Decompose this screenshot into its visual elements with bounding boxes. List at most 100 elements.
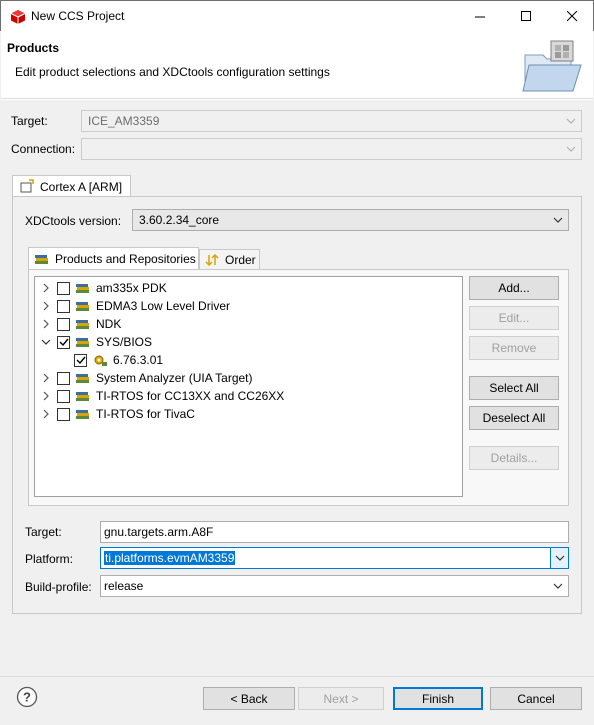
next-button[interactable]: Next >	[298, 687, 384, 710]
add-button[interactable]: Add...	[469, 276, 559, 300]
platform-label: Platform:	[25, 552, 74, 566]
cancel-button[interactable]: Cancel	[490, 687, 582, 710]
remove-button[interactable]: Remove	[469, 336, 559, 360]
core-icon	[20, 179, 34, 193]
package-icon	[76, 284, 89, 293]
chevron-right-icon[interactable]	[41, 283, 51, 293]
chevron-right-icon[interactable]	[41, 301, 51, 311]
checkmark-icon	[76, 356, 86, 364]
config-target-label: Target:	[25, 525, 62, 539]
tree-item-system-analyzer[interactable]: System Analyzer (UIA Target)	[41, 369, 253, 387]
chevron-down-icon[interactable]	[41, 337, 51, 347]
tree-item-label: NDK	[96, 317, 122, 331]
page-description: Edit product selections and XDCtools con…	[15, 65, 330, 79]
tree-item-edma3[interactable]: EDMA3 Low Level Driver	[41, 297, 230, 315]
checkbox[interactable]	[57, 281, 70, 295]
header-separator	[1, 99, 593, 100]
target-combo: ICE_AM3359	[81, 110, 582, 132]
build-profile-select[interactable]: release	[100, 575, 569, 597]
version-gear-icon	[94, 355, 107, 366]
tab-products-and-repositories[interactable]: Products and Repositories	[28, 247, 199, 270]
tree-item-am335x-pdk[interactable]: am335x PDK	[41, 279, 167, 297]
maximize-icon	[520, 10, 531, 21]
xdctools-version-value: 3.60.2.34_core	[139, 213, 220, 227]
chevron-down-icon	[553, 583, 563, 589]
maximize-button[interactable]	[503, 1, 549, 31]
chevron-right-icon[interactable]	[41, 391, 51, 401]
close-icon	[566, 10, 577, 21]
chevron-right-icon[interactable]	[41, 373, 51, 383]
minimize-icon	[474, 16, 485, 17]
connection-combo	[81, 138, 582, 160]
window-title: New CCS Project	[31, 9, 125, 23]
checkbox[interactable]	[57, 407, 70, 421]
tree-item-label: am335x PDK	[96, 281, 167, 295]
package-icon	[76, 320, 89, 329]
help-button[interactable]: ?	[16, 686, 38, 708]
deselect-all-button[interactable]: Deselect All	[469, 406, 559, 430]
chevron-right-icon[interactable]	[41, 319, 51, 329]
minimize-button[interactable]	[457, 1, 503, 31]
tree-item-sys-bios-version[interactable]: 6.76.3.01	[74, 351, 163, 369]
checkbox[interactable]	[57, 389, 70, 403]
folder-wizard-icon	[522, 40, 582, 92]
back-button[interactable]: < Back	[203, 687, 295, 710]
build-profile-value: release	[104, 579, 144, 593]
tab-order-label: Order	[225, 253, 256, 267]
tree-item-sys-bios[interactable]: SYS/BIOS	[41, 333, 152, 351]
platform-combo[interactable]: ti.platforms.evmAM3359	[100, 547, 569, 569]
config-target-input[interactable]: gnu.targets.arm.A8F	[100, 521, 569, 543]
tree-item-label: TI-RTOS for TivaC	[96, 407, 195, 421]
tab-cortex-a-label: Cortex A [ARM]	[40, 180, 123, 194]
ccs-app-icon	[10, 10, 26, 24]
xdctools-label: XDCtools version:	[25, 214, 122, 228]
build-profile-label: Build-profile:	[25, 580, 92, 594]
tree-item-label: SYS/BIOS	[96, 335, 153, 349]
tree-item-ndk[interactable]: NDK	[41, 315, 121, 333]
package-icon	[76, 338, 89, 347]
platform-dropdown-button[interactable]	[550, 548, 568, 568]
tree-item-ti-rtos-cc13xx[interactable]: TI-RTOS for CC13XX and CC26XX	[41, 387, 284, 405]
package-icon	[76, 302, 89, 311]
tree-item-label: 6.76.3.01	[113, 353, 164, 367]
package-icon	[76, 392, 89, 401]
checkbox-checked[interactable]	[57, 335, 70, 349]
package-icon	[76, 374, 89, 383]
checkbox[interactable]	[57, 317, 70, 331]
platform-value: ti.platforms.evmAM3359	[104, 551, 236, 565]
package-icon	[35, 255, 48, 264]
footer-separator	[0, 676, 594, 677]
checkbox[interactable]	[57, 299, 70, 313]
select-all-button[interactable]: Select All	[469, 376, 559, 400]
close-button[interactable]	[549, 1, 594, 31]
page-title: Products	[7, 41, 60, 55]
package-icon	[76, 410, 89, 419]
tab-order[interactable]: Order	[199, 249, 260, 270]
tree-item-label: System Analyzer (UIA Target)	[96, 371, 253, 385]
connection-label: Connection:	[11, 142, 76, 156]
title-bar: New CCS Project	[0, 0, 594, 31]
config-target-value: gnu.targets.arm.A8F	[104, 525, 214, 539]
tab-products-label: Products and Repositories	[55, 252, 196, 266]
tree-item-label: TI-RTOS for CC13XX and CC26XX	[96, 389, 285, 403]
finish-button[interactable]: Finish	[393, 687, 483, 710]
question-icon: ?	[16, 686, 38, 708]
checkbox-checked[interactable]	[74, 353, 87, 367]
products-tree[interactable]: am335x PDK EDMA3 Low Level Driver NDK SY…	[34, 276, 463, 497]
details-button[interactable]: Details...	[469, 446, 559, 470]
chevron-down-icon	[553, 217, 563, 223]
order-icon	[205, 253, 219, 267]
chevron-down-icon	[566, 146, 576, 152]
wizard-header: Products Edit product selections and XDC…	[1, 31, 593, 99]
svg-text:?: ?	[23, 690, 31, 705]
tree-item-ti-rtos-tivac[interactable]: TI-RTOS for TivaC	[41, 405, 195, 423]
tab-cortex-a[interactable]: Cortex A [ARM]	[12, 175, 131, 197]
checkmark-icon	[59, 338, 69, 346]
xdctools-version-select[interactable]: 3.60.2.34_core	[132, 209, 569, 231]
chevron-down-icon	[555, 555, 565, 561]
chevron-right-icon[interactable]	[41, 409, 51, 419]
target-value: ICE_AM3359	[88, 114, 160, 128]
edit-button[interactable]: Edit...	[469, 306, 559, 330]
tree-item-label: EDMA3 Low Level Driver	[96, 299, 231, 313]
checkbox[interactable]	[57, 371, 70, 385]
